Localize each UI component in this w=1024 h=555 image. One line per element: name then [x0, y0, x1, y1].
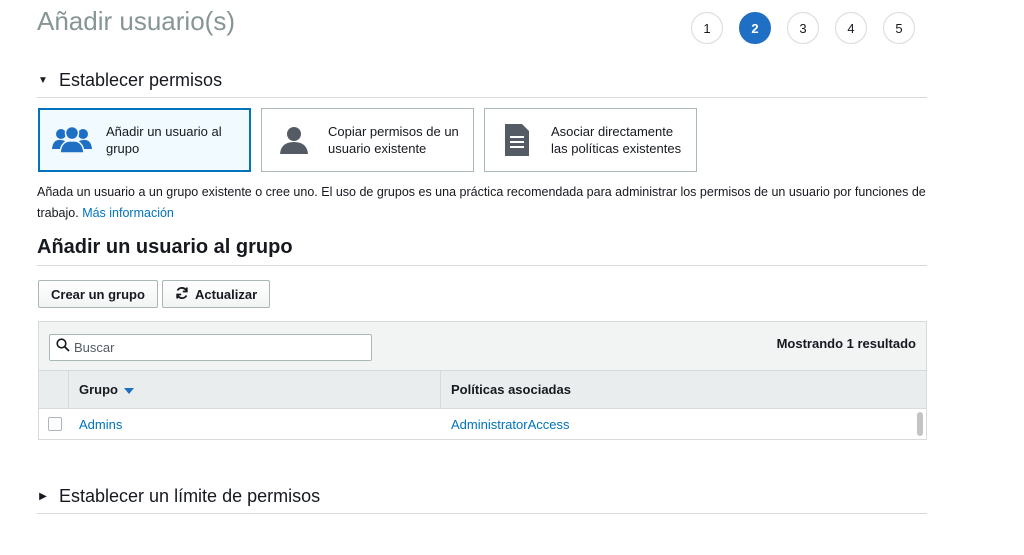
step-5[interactable]: 5: [883, 12, 915, 44]
option-attach-policies[interactable]: Asociar directamente las políticas exist…: [484, 108, 697, 172]
boundary-section-header[interactable]: ▶ Establecer un límite de permisos: [37, 486, 927, 514]
policy-link[interactable]: AdministratorAccess: [451, 417, 569, 432]
step-2[interactable]: 2: [739, 12, 771, 44]
boundary-section-label: Establecer un límite de permisos: [59, 486, 321, 506]
permissions-section-header[interactable]: ▼ Establecer permisos: [37, 70, 927, 98]
caret-right-icon: ▶: [39, 491, 47, 502]
create-group-button[interactable]: Crear un grupo: [38, 280, 158, 308]
step-4[interactable]: 4: [835, 12, 867, 44]
wizard-steps: 1 2 3 4 5: [691, 12, 915, 44]
option-add-to-group-label: Añadir un usuario al grupo: [106, 124, 222, 156]
search-icon: [56, 337, 70, 357]
create-group-label: Crear un grupo: [51, 286, 145, 302]
column-header-group[interactable]: Grupo: [69, 371, 441, 408]
permission-options: Añadir un usuario al grupo Copiar permis…: [38, 108, 697, 172]
option-copy-permissions-label: Copiar permisos de un usuario existente: [328, 124, 459, 156]
table-row[interactable]: Admins AdministratorAccess: [39, 409, 926, 439]
group-section-title: Añadir un usuario al grupo: [37, 236, 927, 266]
column-group-label: Grupo: [79, 382, 118, 397]
groups-table: Mostrando 1 resultado Grupo Políticas as…: [38, 321, 927, 440]
row-checkbox[interactable]: [48, 417, 62, 431]
permissions-section-label: Establecer permisos: [59, 70, 223, 90]
refresh-icon: [175, 286, 189, 303]
result-count: Mostrando 1 resultado: [776, 336, 916, 351]
table-toolbar: Mostrando 1 resultado: [39, 322, 926, 370]
group-link[interactable]: Admins: [79, 417, 449, 432]
caret-down-icon: ▼: [38, 75, 48, 86]
search-box[interactable]: [49, 333, 372, 361]
step-1[interactable]: 1: [691, 12, 723, 44]
search-input[interactable]: [74, 339, 354, 355]
page-title: Añadir usuario(s): [37, 6, 235, 36]
user-group-icon: [52, 120, 92, 160]
table-header: Grupo Políticas asociadas: [39, 370, 926, 409]
step-3[interactable]: 3: [787, 12, 819, 44]
permissions-help-text: Añada un usuario a un grupo existente o …: [37, 182, 927, 224]
option-attach-policies-label: Asociar directamente las políticas exist…: [551, 124, 682, 156]
user-icon: [274, 120, 314, 160]
sort-down-icon: [124, 382, 134, 397]
column-header-policies: Políticas asociadas: [451, 382, 571, 397]
more-info-link[interactable]: Más información: [82, 206, 174, 220]
document-icon: [497, 120, 537, 160]
refresh-button[interactable]: Actualizar: [162, 280, 271, 308]
refresh-label: Actualizar: [195, 286, 258, 302]
option-add-to-group[interactable]: Añadir un usuario al grupo: [38, 108, 251, 172]
option-copy-permissions[interactable]: Copiar permisos de un usuario existente: [261, 108, 474, 172]
header-checkbox-cell: [39, 371, 69, 408]
table-scrollbar[interactable]: [917, 412, 923, 436]
